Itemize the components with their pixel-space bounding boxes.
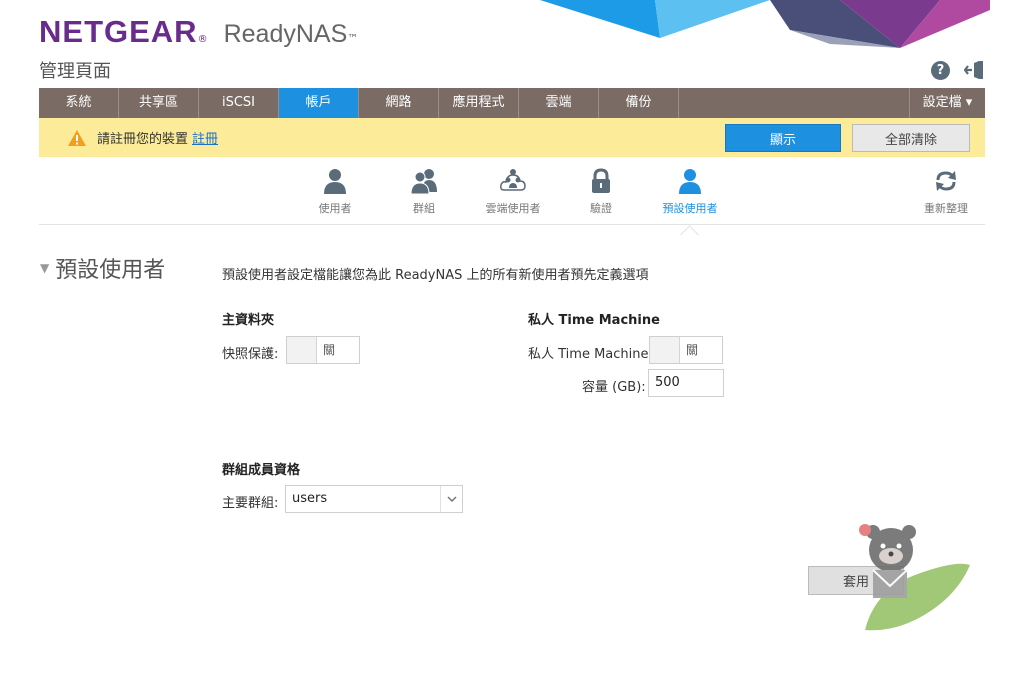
capacity-label: 容量 (GB): xyxy=(582,380,646,395)
default-user-icon xyxy=(679,169,701,194)
user-icon xyxy=(324,169,346,194)
time-machine-heading: 私人 Time Machine xyxy=(528,313,660,328)
home-folder-heading: 主資料夾 xyxy=(222,313,275,328)
toggle-knob xyxy=(650,337,680,363)
refresh-icon xyxy=(936,171,956,191)
chevron-down-icon xyxy=(440,486,462,512)
subnav-label: 預設使用者 xyxy=(662,202,718,215)
brand-name: NETGEAR xyxy=(39,14,198,49)
main-tab-bar: 系統 共享區 iSCSI 帳戶 網路 應用程式 雲端 備份 設定檔 ▾ xyxy=(39,88,985,118)
subnav-label: 群組 xyxy=(413,202,435,215)
section-description: 預設使用者設定檔能讓您為此 ReadyNAS 上的所有新使用者預先定義選項 xyxy=(222,268,649,283)
tab-iscsi[interactable]: iSCSI xyxy=(199,88,279,118)
product-trademark: ™ xyxy=(347,32,359,45)
tab-system[interactable]: 系統 xyxy=(39,88,119,118)
warning-triangle-icon xyxy=(68,129,86,146)
tab-shares[interactable]: 共享區 xyxy=(119,88,199,118)
register-link[interactable]: 註冊 xyxy=(192,128,218,147)
time-machine-toggle[interactable]: 關 xyxy=(649,336,723,364)
subnav-label: 重新整理 xyxy=(924,202,968,215)
group-icon xyxy=(411,169,437,194)
netgear-logo: NETGEAR ® ReadyNAS ™ xyxy=(39,14,358,54)
brand-registered-mark: ® xyxy=(197,34,208,45)
register-notice: 請註冊您的裝置 註冊 顯示 全部清除 xyxy=(39,118,985,157)
tab-cloud[interactable]: 雲端 xyxy=(519,88,599,118)
snapshot-label: 快照保護: xyxy=(222,347,279,362)
time-machine-label: 私人 Time Machine: xyxy=(528,347,653,362)
primary-group-value: users xyxy=(292,491,328,506)
tab-accounts[interactable]: 帳戶 xyxy=(279,88,359,118)
cloud-users-icon xyxy=(500,169,526,191)
watermark-logo xyxy=(859,524,970,631)
snapshot-toggle[interactable]: 關 xyxy=(286,336,360,364)
section-header[interactable]: ▼ 預設使用者 xyxy=(40,252,165,284)
subnav-groups[interactable]: 群組 xyxy=(384,168,464,216)
capacity-input[interactable]: 500 xyxy=(648,369,724,397)
question-circle-icon[interactable]: ? xyxy=(931,60,950,80)
tab-network[interactable]: 網路 xyxy=(359,88,439,118)
subnav-label: 驗證 xyxy=(590,202,612,215)
subnav-default-user[interactable]: 預設使用者 xyxy=(650,168,730,216)
notice-text: 請註冊您的裝置 xyxy=(97,132,189,147)
toggle-state: 關 xyxy=(323,343,336,357)
page-title: 管理頁面 xyxy=(39,61,111,82)
clear-all-button[interactable]: 全部清除 xyxy=(852,124,970,152)
top-icons: ? xyxy=(931,60,984,80)
subnav-cloud-users[interactable]: 雲端使用者 xyxy=(473,168,553,216)
subnav-users[interactable]: 使用者 xyxy=(295,168,375,216)
subnav-authentication[interactable]: 驗證 xyxy=(561,168,641,216)
primary-group-label: 主要群組: xyxy=(222,496,279,511)
tab-backup[interactable]: 備份 xyxy=(599,88,679,118)
settings-menu[interactable]: 設定檔 ▾ xyxy=(909,88,985,118)
subnav-refresh[interactable]: 重新整理 xyxy=(906,168,986,216)
logout-icon[interactable] xyxy=(964,60,984,80)
toggle-knob xyxy=(287,337,317,363)
product-name: ReadyNAS xyxy=(223,20,348,48)
collapse-triangle-icon: ▼ xyxy=(40,261,50,275)
group-membership-heading: 群組成員資格 xyxy=(222,463,301,478)
subnav-label: 雲端使用者 xyxy=(485,202,541,215)
toggle-state: 關 xyxy=(686,343,699,357)
lock-icon xyxy=(592,168,610,193)
subnav-label: 使用者 xyxy=(318,202,352,215)
tab-apps[interactable]: 應用程式 xyxy=(439,88,519,118)
accounts-subnav: 使用者 群組 雲端使用者 驗證 預設使用者 重新整理 xyxy=(39,158,985,225)
banner-graphic xyxy=(540,0,990,48)
section-title: 預設使用者 xyxy=(55,258,166,283)
show-button[interactable]: 顯示 xyxy=(725,124,841,152)
primary-group-select[interactable]: users xyxy=(285,485,463,513)
